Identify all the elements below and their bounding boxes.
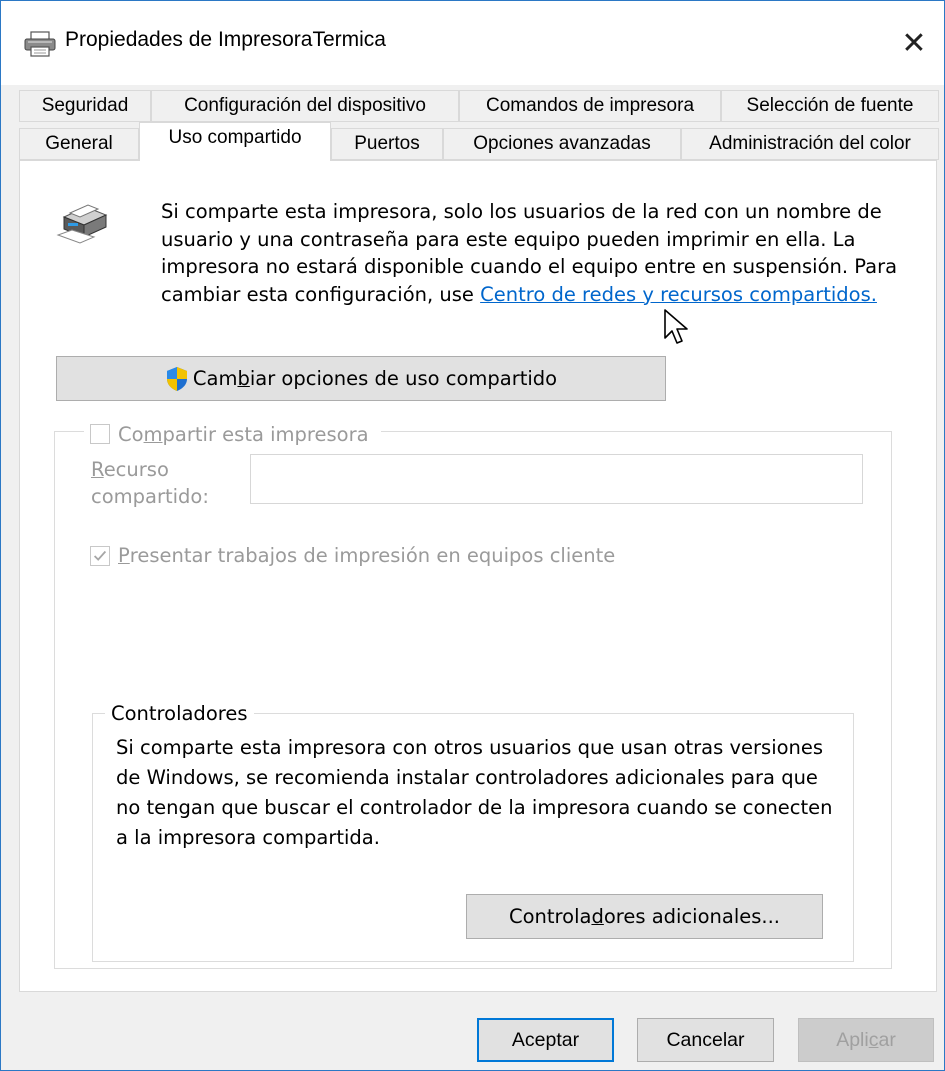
resource-label-b: ecurso	[103, 458, 169, 481]
share-label-a: Co	[118, 422, 144, 446]
apply-label-b: c	[868, 1028, 879, 1051]
tab-comandos-impresora[interactable]: Comandos de impresora	[459, 90, 721, 122]
render-jobs-checkbox[interactable]	[90, 545, 110, 566]
tab-uso-compartido[interactable]: Uso compartido	[139, 122, 331, 161]
resource-label-a: R	[91, 458, 104, 481]
render-jobs-checkbox-row[interactable]: Presentar trabajos de impresión en equip…	[90, 544, 615, 567]
cancel-label: Cancelar	[666, 1028, 745, 1051]
tab-seguridad[interactable]: Seguridad	[19, 90, 151, 122]
ok-label: Aceptar	[511, 1028, 580, 1051]
share-label-c: partir esta impresora	[162, 422, 369, 446]
close-button[interactable]: ✕	[884, 1, 944, 85]
tab-row-top: Seguridad Configuración del dispositivo …	[1, 90, 944, 123]
drivers-btn-label-c: d	[591, 905, 604, 928]
sharing-panel: Si comparte esta impresora, solo los usu…	[19, 160, 937, 992]
tab-opciones-avanzadas[interactable]: Opciones avanzadas	[443, 128, 681, 160]
apply-label-a: Apli	[836, 1028, 869, 1051]
window-title: Propiedades de ImpresoraTermica	[65, 28, 386, 51]
printer-icon	[24, 31, 56, 57]
drivers-btn-label-a: Contro	[508, 905, 575, 928]
uac-shield-icon	[166, 366, 187, 391]
resource-name-input[interactable]	[250, 454, 863, 504]
change-btn-label-b: b	[237, 367, 250, 390]
apply-button[interactable]: Apli c ar	[798, 1018, 934, 1062]
render-jobs-label-a: P	[118, 544, 130, 567]
change-btn-label-a: Cam	[192, 367, 238, 390]
tab-general[interactable]: General	[19, 128, 139, 160]
change-btn-label-c: iar opciones de uso compartido	[249, 367, 558, 390]
drivers-legend: Controladores	[105, 698, 254, 728]
checkmark-icon	[93, 550, 107, 561]
cancel-button[interactable]: Cancelar	[637, 1018, 774, 1062]
resource-label: Recurso compartido:	[91, 456, 209, 510]
share-printer-checkbox-row[interactable]: Co m partir esta impresora	[84, 419, 381, 449]
title-bar: Propiedades de ImpresoraTermica ✕	[1, 1, 944, 85]
tab-configuracion-dispositivo[interactable]: Configuración del dispositivo	[151, 90, 459, 122]
share-label-b: m	[143, 422, 163, 446]
ok-button[interactable]: Aceptar	[477, 1018, 614, 1062]
close-icon[interactable]: ✕	[901, 26, 926, 61]
render-jobs-label-b: resentar trabajos de impresión en equipo…	[129, 544, 616, 567]
apply-label-c: ar	[878, 1028, 896, 1051]
network-center-link[interactable]: Centro de redes y recursos compartidos.	[480, 283, 877, 306]
additional-drivers-button[interactable]: Contro la d ores adicionales...	[466, 894, 823, 939]
share-printer-checkbox[interactable]	[90, 424, 110, 444]
drivers-description: Si comparte esta impresora con otros usu…	[116, 736, 833, 849]
tab-puertos[interactable]: Puertos	[331, 128, 443, 160]
tab-administracion-color[interactable]: Administración del color	[681, 128, 939, 160]
properties-window: Propiedades de ImpresoraTermica ✕ Seguri…	[0, 0, 945, 1071]
tab-seleccion-fuente[interactable]: Selección de fuente	[721, 90, 939, 122]
mouse-cursor-icon	[664, 309, 688, 344]
tab-row-bottom: General Uso compartido Puertos Opciones …	[1, 122, 944, 161]
resource-label-c: compartido:	[91, 485, 209, 508]
drivers-btn-label-d: ores adicionales...	[603, 905, 780, 928]
shared-printer-icon	[56, 204, 108, 244]
sharing-info-text: Si comparte esta impresora, solo los usu…	[161, 198, 901, 308]
drivers-btn-label-b: la	[574, 905, 592, 928]
change-sharing-options-button[interactable]: Cam b iar opciones de uso compartido	[56, 356, 666, 401]
